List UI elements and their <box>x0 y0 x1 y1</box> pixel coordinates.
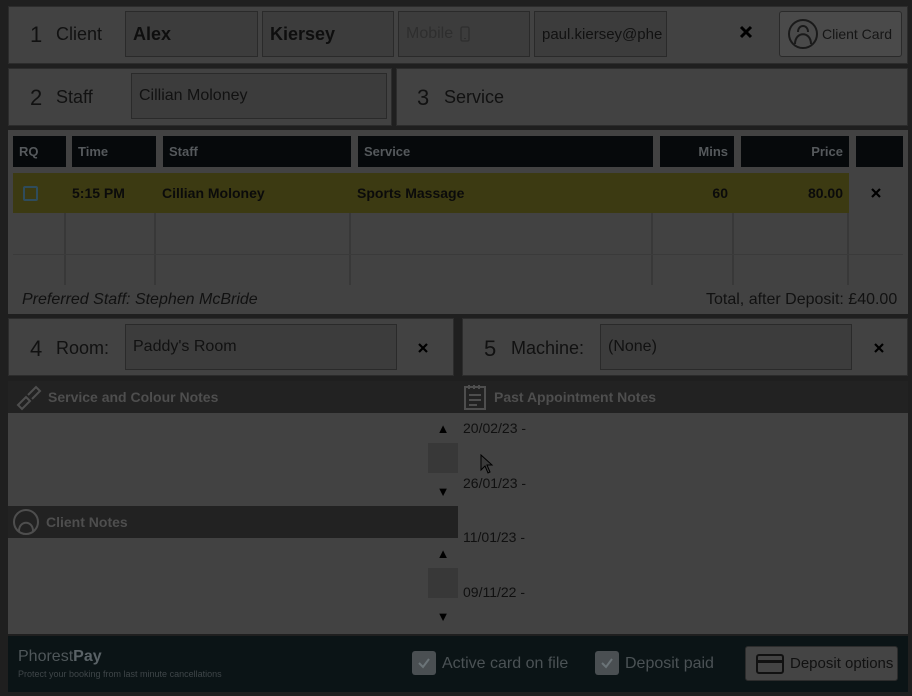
hand-brush-icon <box>16 385 42 411</box>
column-divider <box>154 213 156 285</box>
clear-machine-button[interactable] <box>874 340 884 358</box>
col-header-rq: RQ <box>13 136 66 167</box>
service-colour-notes-title: Service and Colour Notes <box>48 389 219 405</box>
client-step-number: 1 <box>30 22 43 47</box>
machine-step-number: 5 <box>484 336 497 361</box>
col-header-service: Service <box>358 136 653 167</box>
service-step-number: 3 <box>417 85 430 110</box>
client-card-icon <box>788 19 818 49</box>
deposit-paid-label: Deposit paid <box>625 655 714 672</box>
column-divider <box>847 213 849 285</box>
machine-label: Machine: <box>511 338 585 358</box>
room-label: Room: <box>56 338 110 358</box>
client-email-field[interactable]: paul.kiersey@phe <box>534 11 667 57</box>
scrollbar-thumb[interactable] <box>428 443 458 473</box>
close-icon <box>418 343 428 353</box>
room-field[interactable]: Paddy's Room <box>125 324 397 370</box>
deposit-options-button[interactable]: Deposit options <box>745 646 898 681</box>
past-notes-header: Past Appointment Notes <box>458 381 908 413</box>
client-notes-area[interactable] <box>8 538 428 634</box>
row-divider <box>13 254 903 255</box>
row-mins: 60 <box>653 173 734 213</box>
brand-phorest: Phorest <box>18 648 74 665</box>
notepad-icon <box>464 385 486 410</box>
request-checkbox[interactable] <box>23 185 38 201</box>
scrollbar-thumb[interactable] <box>428 568 458 598</box>
close-icon <box>739 25 753 39</box>
clear-client-button[interactable] <box>738 24 754 45</box>
past-note-date: 09/11/22 - <box>463 584 526 600</box>
staff-field[interactable]: Cillian Moloney <box>131 73 387 119</box>
phorest-pay-brand: PhorestPay <box>18 648 102 666</box>
row-service: Sports Massage <box>351 173 653 213</box>
checkbox-icon <box>418 658 430 669</box>
client-label: Client <box>56 24 103 44</box>
total-after-deposit: Total, after Deposit: £40.00 <box>706 291 898 308</box>
deposit-options-label: Deposit options <box>790 655 894 672</box>
scroll-down-button[interactable]: ▼ <box>428 609 458 624</box>
col-header-mins: Mins <box>660 136 734 167</box>
scroll-up-button[interactable]: ▲ <box>428 546 458 561</box>
client-first-name-field[interactable]: Alex <box>125 11 258 57</box>
client-notes-title: Client Notes <box>46 514 128 530</box>
checkbox-icon <box>601 658 613 669</box>
past-note-date: 26/01/23 - <box>463 475 527 491</box>
column-divider <box>64 213 66 285</box>
active-card-checkbox[interactable] <box>412 651 436 675</box>
phone-icon <box>460 26 470 42</box>
client-mobile-field[interactable]: Mobile <box>398 11 530 57</box>
scroll-up-button[interactable]: ▲ <box>428 421 458 436</box>
row-staff: Cillian Moloney <box>156 173 351 213</box>
scroll-down-button[interactable]: ▼ <box>428 484 458 499</box>
column-divider <box>349 213 351 285</box>
client-card-label: Client Card <box>822 26 893 42</box>
past-notes-area[interactable] <box>458 413 908 634</box>
phorest-pay-tagline: Protect your booking from last minute ca… <box>18 669 222 679</box>
col-header-price: Price <box>741 136 849 167</box>
active-card-label: Active card on file <box>442 655 569 672</box>
col-header-staff: Staff <box>163 136 351 167</box>
staff-label: Staff <box>56 87 93 107</box>
close-icon <box>874 343 884 353</box>
remove-row-button[interactable] <box>849 173 903 213</box>
mobile-placeholder: Mobile <box>406 25 454 42</box>
col-header-remove <box>856 136 903 167</box>
col-header-time: Time <box>72 136 156 167</box>
clear-room-button[interactable] <box>418 340 428 358</box>
credit-card-icon <box>756 653 784 674</box>
client-icon <box>13 509 39 535</box>
row-price: 80.00 <box>734 173 849 213</box>
staff-step-number: 2 <box>30 85 43 110</box>
service-colour-notes-area[interactable] <box>8 413 428 506</box>
brand-pay: Pay <box>73 648 102 665</box>
past-note-date: 20/02/23 - <box>463 420 527 436</box>
service-colour-notes-header: Service and Colour Notes <box>8 381 458 413</box>
deposit-paid-checkbox[interactable] <box>595 651 619 675</box>
service-label: Service <box>444 87 505 107</box>
table-row[interactable] <box>13 173 66 213</box>
mouse-cursor-icon <box>480 454 494 474</box>
column-divider <box>732 213 734 285</box>
client-notes-header: Client Notes <box>8 506 458 538</box>
room-step-number: 4 <box>30 336 43 361</box>
row-time: 5:15 PM <box>66 173 156 213</box>
client-card-button[interactable]: Client Card <box>779 11 902 57</box>
column-divider <box>651 213 653 285</box>
machine-field[interactable]: (None) <box>600 324 852 370</box>
close-icon <box>871 188 881 198</box>
past-notes-title: Past Appointment Notes <box>494 389 657 405</box>
client-last-name-field[interactable]: Kiersey <box>262 11 394 57</box>
past-note-date: 11/01/23 - <box>463 529 526 545</box>
preferred-staff-text: Preferred Staff: Stephen McBride <box>22 291 258 308</box>
